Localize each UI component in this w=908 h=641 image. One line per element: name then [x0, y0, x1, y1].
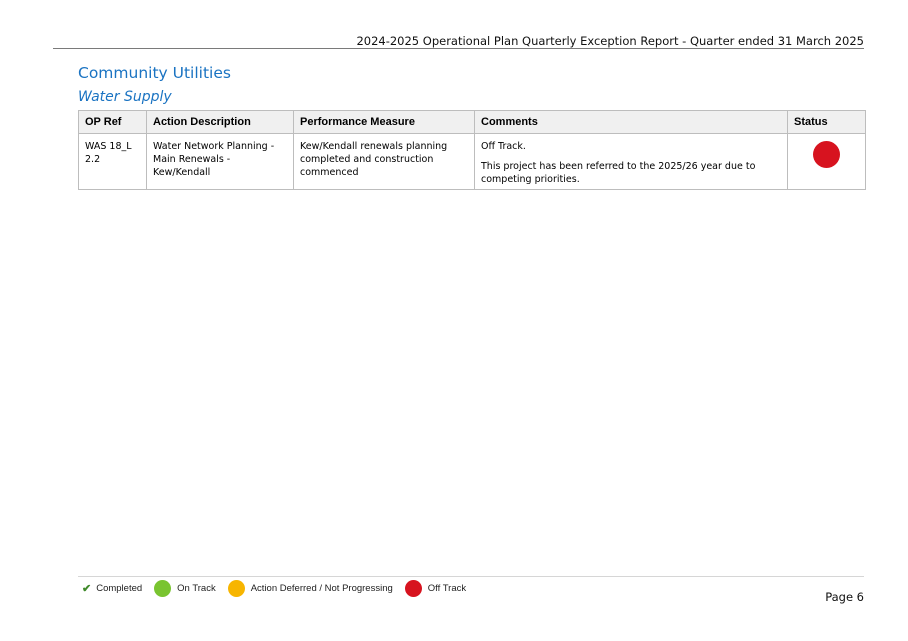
legend-item-off-track: Off Track: [404, 579, 467, 597]
column-header-status: Status: [787, 110, 866, 134]
exception-report-table: OP Ref Action Description Performance Me…: [78, 110, 866, 190]
red-dot-icon: [404, 579, 422, 597]
subsection-title: Water Supply: [78, 89, 172, 105]
header-divider: [53, 48, 864, 49]
action-description-cell: Water Network Planning - Main Renewals -…: [146, 133, 294, 190]
table-header-row: OP Ref Action Description Performance Me…: [78, 110, 866, 134]
column-header-action-description: Action Description: [146, 110, 294, 134]
footer-divider: [78, 576, 864, 577]
report-header-title: 2024-2025 Operational Plan Quarterly Exc…: [356, 34, 864, 48]
green-dot-icon: [154, 579, 172, 597]
section-title: Community Utilities: [78, 64, 231, 82]
status-off-track-icon: [813, 141, 840, 168]
table-row: WAS 18_L 2.2 Water Network Planning - Ma…: [78, 133, 866, 190]
legend-item-completed: ✔ Completed: [82, 582, 142, 595]
column-header-performance-measure: Performance Measure: [293, 110, 475, 134]
column-header-op-ref: OP Ref: [78, 110, 147, 134]
status-legend: ✔ Completed On Track Action Deferred / N…: [82, 578, 478, 598]
comment-status-text: Off Track.: [481, 141, 526, 152]
legend-item-on-track: On Track: [154, 579, 216, 597]
check-icon: ✔: [82, 582, 92, 595]
column-header-comments: Comments: [474, 110, 788, 134]
legend-label-deferred: Action Deferred / Not Progressing: [250, 582, 393, 594]
comment-detail-text: This project has been referred to the 20…: [481, 161, 756, 185]
op-ref-cell: WAS 18_L 2.2: [78, 133, 147, 190]
legend-label-completed: Completed: [96, 582, 143, 594]
legend-label-on-track: On Track: [177, 582, 216, 594]
amber-dot-icon: [227, 579, 245, 597]
legend-item-deferred: Action Deferred / Not Progressing: [227, 579, 393, 597]
legend-label-off-track: Off Track: [427, 582, 467, 594]
status-cell: [787, 133, 866, 190]
page-number: Page 6: [825, 590, 864, 604]
comments-cell: Off Track. This project has been referre…: [474, 133, 788, 190]
performance-measure-cell: Kew/Kendall renewals planning completed …: [293, 133, 475, 190]
